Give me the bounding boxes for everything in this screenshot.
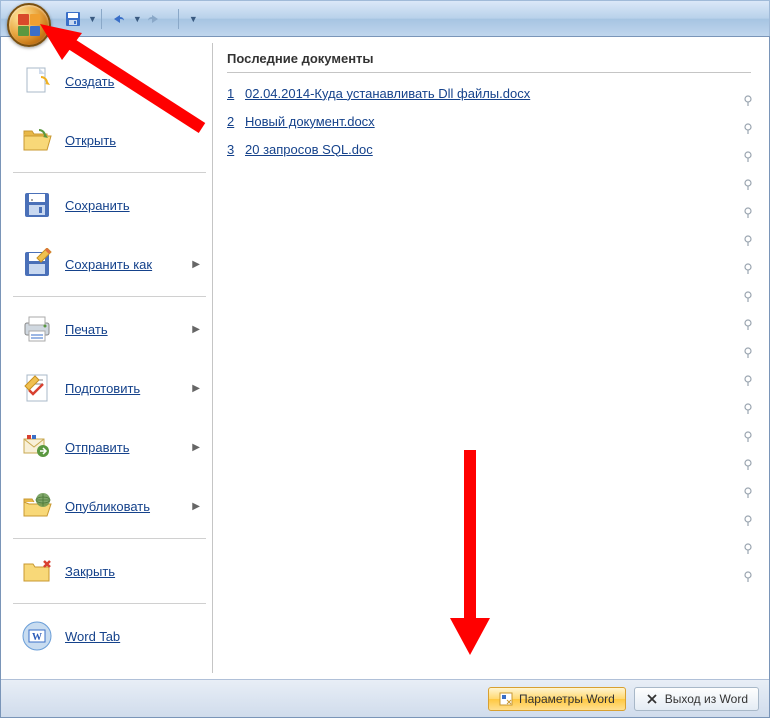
send-icon <box>21 431 53 463</box>
menu-item-label: Отправить <box>65 440 129 455</box>
pin-icon[interactable] <box>739 143 757 171</box>
menu-item-label: Печать <box>65 322 108 337</box>
menu-item-prepare[interactable]: Подготовить ▶ <box>10 359 209 417</box>
menu-item-save[interactable]: Сохранить <box>10 176 209 234</box>
submenu-arrow-icon: ▶ <box>192 259 200 270</box>
pin-icon[interactable] <box>739 507 757 535</box>
pin-icon[interactable] <box>739 535 757 563</box>
recent-document-item[interactable]: 1 02.04.2014-Куда устанавливать Dll файл… <box>227 79 751 107</box>
save-as-icon <box>21 248 53 280</box>
menu-item-label: Закрыть <box>65 564 115 579</box>
pin-icon[interactable] <box>739 283 757 311</box>
pin-icon[interactable] <box>739 339 757 367</box>
word-tab-icon: W <box>21 620 53 652</box>
exit-word-button[interactable]: Выход из Word <box>634 687 759 711</box>
pin-icon[interactable] <box>739 451 757 479</box>
pin-icon[interactable] <box>739 171 757 199</box>
pin-icon[interactable] <box>739 563 757 591</box>
close-icon <box>645 692 659 706</box>
annotation-arrow-office-button <box>32 18 212 138</box>
pin-icon[interactable] <box>739 227 757 255</box>
window: ▼ ▼ ▼ Создать Открыть <box>0 0 770 718</box>
menu-item-publish[interactable]: Опубликовать ▶ <box>10 477 209 535</box>
menu-item-word-tab[interactable]: W Word Tab <box>10 607 209 665</box>
recent-document-item[interactable]: 3 20 запросов SQL.doc <box>227 135 751 163</box>
save-disk-icon <box>21 189 53 221</box>
menu-item-label: Подготовить <box>65 381 140 396</box>
print-icon <box>21 313 53 345</box>
pin-icon[interactable] <box>739 311 757 339</box>
button-label: Выход из Word <box>665 692 748 706</box>
pin-icon[interactable] <box>739 115 757 143</box>
publish-icon <box>21 490 53 522</box>
annotation-arrow-options <box>440 450 500 660</box>
menu-footer: Параметры Word Выход из Word <box>1 679 769 717</box>
recent-document-item[interactable]: 2 Новый документ.docx <box>227 107 751 135</box>
menu-item-label: Сохранить <box>65 198 130 213</box>
submenu-arrow-icon: ▶ <box>192 442 200 453</box>
submenu-arrow-icon: ▶ <box>192 501 200 512</box>
pin-icon[interactable] <box>739 255 757 283</box>
prepare-icon <box>21 372 53 404</box>
options-icon <box>499 692 513 706</box>
pin-icon[interactable] <box>739 199 757 227</box>
menu-item-save-as[interactable]: Сохранить как ▶ <box>10 235 209 293</box>
menu-item-label: Word Tab <box>65 629 120 644</box>
close-folder-icon <box>21 555 53 587</box>
menu-item-label: Сохранить как <box>65 257 152 272</box>
submenu-arrow-icon: ▶ <box>192 324 200 335</box>
submenu-arrow-icon: ▶ <box>192 383 200 394</box>
menu-item-close[interactable]: Закрыть <box>10 542 209 600</box>
pin-icon[interactable] <box>739 423 757 451</box>
recent-documents-title: Последние документы <box>227 51 751 73</box>
pin-icon[interactable] <box>739 367 757 395</box>
pin-icon[interactable] <box>739 395 757 423</box>
menu-item-print[interactable]: Печать ▶ <box>10 300 209 358</box>
svg-text:W: W <box>32 632 42 643</box>
word-options-button[interactable]: Параметры Word <box>488 687 626 711</box>
menu-item-label: Опубликовать <box>65 499 150 514</box>
pin-icon[interactable] <box>739 87 757 115</box>
menu-item-send[interactable]: Отправить ▶ <box>10 418 209 476</box>
pin-icon[interactable] <box>739 479 757 507</box>
office-menu: Создать Открыть Сохранить Сохранить как <box>0 36 770 718</box>
button-label: Параметры Word <box>519 692 615 706</box>
